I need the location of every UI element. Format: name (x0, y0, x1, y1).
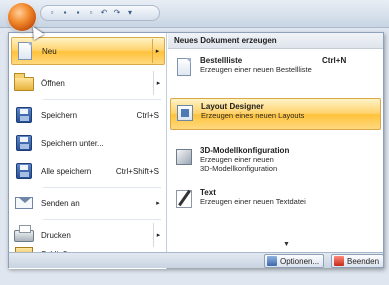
scroll-down-icon[interactable]: ▼ (283, 241, 290, 248)
menu-item-label: Senden an (41, 198, 80, 208)
menu-item-shortcut: Ctrl+S (136, 110, 159, 120)
print-icon[interactable]: ▫ (86, 8, 96, 18)
undo-icon[interactable]: ↶ (99, 8, 109, 18)
submenu-item-description: Erzeugen einer neuen Bestellliste (200, 65, 312, 74)
submenu-arrow-icon[interactable]: ▸ (153, 191, 163, 215)
save-icon[interactable]: ▪ (73, 8, 83, 18)
customize-icon[interactable]: ▾ (125, 8, 135, 18)
submenu-panel: Neues Dokument erzeugen Bestellliste Ctrl… (168, 33, 383, 252)
menu-item-label: Speichern (41, 110, 78, 120)
options-icon (267, 256, 277, 266)
open-folder-icon (13, 72, 35, 94)
open-icon[interactable]: ▪ (60, 8, 70, 18)
menu-item-alle-speichern[interactable]: Alle speichern Ctrl+Shift+S (11, 157, 165, 185)
layout-designer-icon (174, 102, 196, 124)
left-menu-column: Neu ▸ Öffnen ▸ Speichern Ctrl+S Speicher… (9, 33, 167, 269)
submenu-item-text[interactable]: Text Erzeugen einer neuen Textdatei (170, 185, 381, 217)
3d-model-icon (173, 146, 195, 168)
menu-item-label: Alle speichern (41, 166, 92, 176)
submenu-item-shortcut: Ctrl+N (322, 56, 347, 65)
submenu-item-description: Erzeugen einer neuen (200, 155, 274, 164)
menu-item-speichern[interactable]: Speichern Ctrl+S (11, 101, 165, 129)
submenu-item-bestellliste[interactable]: Bestellliste Ctrl+N Erzeugen einer neuen … (170, 53, 381, 85)
submenu-item-title: Bestellliste (200, 56, 243, 65)
title-bar: ▫ ▪ ▪ ▫ ↶ ↷ ▾ (0, 0, 389, 28)
quick-access-toolbar: ▫ ▪ ▪ ▫ ↶ ↷ ▾ (40, 5, 160, 21)
send-envelope-icon (13, 192, 35, 214)
menu-item-label: Neu (42, 46, 57, 56)
save-as-icon (13, 132, 35, 154)
exit-button[interactable]: Beenden (331, 254, 385, 268)
submenu-item-description: Erzeugen eines neuen Layouts (201, 111, 305, 120)
submenu-header: Neues Dokument erzeugen (168, 33, 383, 49)
submenu-item-layout-designer[interactable]: Layout Designer Erzeugen eines neuen Lay… (170, 98, 381, 130)
menu-item-label: Speichern unter... (41, 138, 104, 148)
menu-item-oeffnen[interactable]: Öffnen ▸ (11, 69, 165, 97)
divider (43, 219, 161, 220)
submenu-item-description: Erzeugen einer neuen Textdatei (200, 197, 306, 206)
divider (43, 187, 161, 188)
submenu-item-description-line2: 3D-Modellkonfiguration (200, 164, 278, 173)
exit-label: Beenden (347, 256, 380, 266)
menu-footer: Optionen... Beenden (9, 252, 385, 268)
application-menu: Neu ▸ Öffnen ▸ Speichern Ctrl+S Speicher… (8, 32, 385, 269)
menu-item-senden-an[interactable]: Senden an ▸ (11, 189, 165, 217)
new-document-icon (14, 40, 36, 62)
new-icon[interactable]: ▫ (47, 8, 57, 18)
submenu-item-title: 3D-Modellkonfiguration (200, 146, 290, 155)
divider (43, 99, 161, 100)
save-all-icon (13, 160, 35, 182)
options-button[interactable]: Optionen... (264, 254, 325, 268)
submenu-item-title: Text (200, 188, 216, 197)
menu-item-label: Öffnen (41, 78, 65, 88)
submenu-arrow-icon[interactable]: ▸ (153, 71, 163, 95)
submenu-item-3d-modellkonfiguration[interactable]: 3D-Modellkonfiguration Erzeugen einer ne… (170, 143, 381, 183)
exit-icon (334, 256, 344, 266)
menu-item-neu[interactable]: Neu ▸ (11, 37, 165, 65)
redo-icon[interactable]: ↷ (112, 8, 122, 18)
submenu-arrow-icon[interactable]: ▸ (152, 39, 162, 63)
options-label: Optionen... (280, 256, 320, 266)
menu-item-shortcut: Ctrl+Shift+S (115, 166, 159, 176)
menu-item-speichern-unter[interactable]: Speichern unter... (11, 129, 165, 157)
submenu-item-title: Layout Designer (201, 102, 264, 111)
text-file-icon (173, 188, 195, 210)
menu-item-label: Drucken (41, 230, 71, 240)
document-icon (173, 56, 195, 78)
save-disk-icon (13, 104, 35, 126)
